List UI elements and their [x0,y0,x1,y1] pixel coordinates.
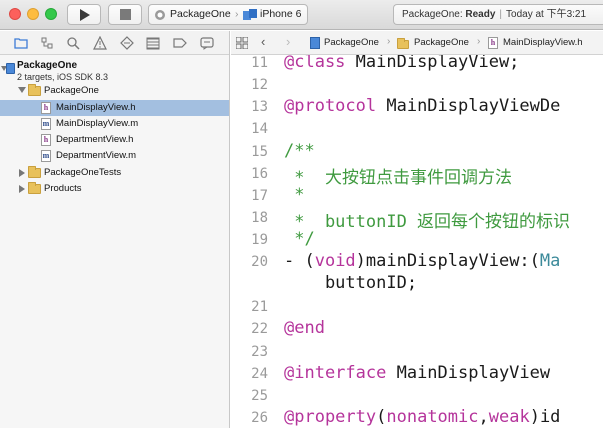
line-number-gutter: 11 12 13 14 15 16 17 18 19 20 21 22 23 2… [231,55,271,428]
header-file-icon: h [41,102,51,114]
disclosure-triangle-icon[interactable] [19,169,25,177]
tree-label: PackageOne [44,85,99,96]
search-icon[interactable] [66,36,80,50]
forward-button[interactable]: › [286,34,290,49]
tree-label: MainDisplayView.h [56,102,136,113]
toolbar: PackageOne › iPhone 6 PackageOne: Ready |… [0,0,603,30]
stop-button[interactable] [108,4,142,25]
line-number: 15 [251,144,268,160]
line-number: 24 [251,366,268,382]
line-number: 19 [251,232,268,248]
header-file-icon: h [488,37,498,49]
status-project: PackageOne: [402,9,463,20]
xcodeproj-icon [6,63,15,74]
line-number: 26 [251,410,268,426]
code-line: * buttonID 返回每个按钮的标识 [284,212,571,232]
debug-navigator-icon[interactable] [146,36,160,50]
jump-bar: ‹ › PackageOne › PackageOne › h MainDisp… [231,31,603,55]
close-window-button[interactable] [9,8,21,20]
project-subtitle: 2 targets, iOS SDK 8.3 [17,72,109,82]
folder-icon [397,38,409,49]
line-number: 22 [251,321,268,337]
code-line: /** [284,141,315,161]
code-line: @protocol MainDisplayViewDe [284,96,561,116]
implementation-file-icon: m [41,150,51,162]
folder-icon[interactable] [14,36,28,50]
line-number: 16 [251,166,268,182]
line-number: 21 [251,299,268,315]
scheme-device-label: iPhone 6 [260,8,302,20]
code-line: buttonID; [284,273,418,293]
stop-icon [120,9,131,20]
code-line: * 大按钮点击事件回调方法 [284,168,512,188]
status-state: Ready [465,9,496,20]
line-number: 17 [251,188,268,204]
tree-row-file[interactable]: m DepartmentView.m [0,148,229,164]
xcodeproj-icon [310,37,320,49]
breakpoint-icon[interactable] [173,36,187,50]
implementation-file-icon: m [41,118,51,130]
symbol-navigator-icon[interactable] [40,36,54,50]
code-line: @interface MainDisplayView [284,363,551,383]
code-line: * [284,185,305,205]
play-icon [80,9,90,21]
line-number: 23 [251,344,268,360]
line-number: 20 [251,254,268,270]
scheme-icon [155,10,165,20]
line-number: 14 [251,121,268,137]
tree-row-file[interactable]: h MainDisplayView.h [0,100,229,116]
tree-row-file[interactable]: m MainDisplayView.m [0,116,229,132]
folder-icon [28,84,41,96]
test-diamond-icon[interactable] [120,36,134,50]
breadcrumb-project[interactable]: PackageOne [324,37,379,48]
related-items-icon[interactable] [236,37,248,49]
disclosure-triangle-icon[interactable] [18,87,26,93]
warning-icon[interactable] [93,36,107,50]
tree-row-group[interactable]: Products [0,181,229,197]
line-number: 12 [251,77,268,93]
disclosure-triangle-icon[interactable] [19,185,25,193]
line-number: 13 [251,99,268,115]
line-number: 11 [251,55,268,71]
tree-label: DepartmentView.h [56,134,134,145]
source-editor[interactable]: 11 12 13 14 15 16 17 18 19 20 21 22 23 2… [231,55,603,428]
device-icon [243,9,257,20]
tree-row-file[interactable]: h DepartmentView.h [0,132,229,148]
chevron-right-icon: › [235,8,239,20]
tree-label: Products [44,183,82,194]
folder-icon [28,182,41,194]
code-line: @property(nonatomic,weak)id [284,407,561,427]
folder-icon [28,166,41,178]
chevron-right-icon: › [477,36,481,47]
breadcrumb-file[interactable]: MainDisplayView.h [503,37,583,48]
status-time: Today at 下午3:21 [506,9,587,20]
line-number: 25 [251,388,268,404]
line-number: 18 [251,210,268,226]
tree-label: MainDisplayView.m [56,118,139,129]
scheme-selector[interactable]: PackageOne › iPhone 6 [148,4,308,25]
tree-row-group[interactable]: PackageOneTests [0,165,229,181]
minimize-window-button[interactable] [27,8,39,20]
run-button[interactable] [67,4,101,25]
tree-label: DepartmentView.m [56,150,137,161]
scheme-project-label: PackageOne [170,8,231,20]
project-navigator: PackageOne 2 targets, iOS SDK 8.3 Packag… [0,31,230,428]
tree-label: PackageOneTests [44,167,122,178]
code-line: @end [284,318,325,338]
header-file-icon: h [41,134,51,146]
code-line: - (void)mainDisplayView:(Ma [284,251,561,271]
report-icon[interactable] [200,36,214,50]
chevron-right-icon: › [387,36,391,47]
back-button[interactable]: ‹ [261,34,265,49]
navigator-selector-bar [0,31,229,55]
breadcrumb-group[interactable]: PackageOne [414,37,469,48]
code-line: @class MainDisplayView; [284,55,520,72]
zoom-window-button[interactable] [45,8,57,20]
code-line: */ [284,229,315,249]
activity-status: PackageOne: Ready | Today at 下午3:21 [393,4,603,25]
project-name[interactable]: PackageOne [17,60,77,71]
tree-row-group[interactable]: PackageOne [0,83,229,99]
